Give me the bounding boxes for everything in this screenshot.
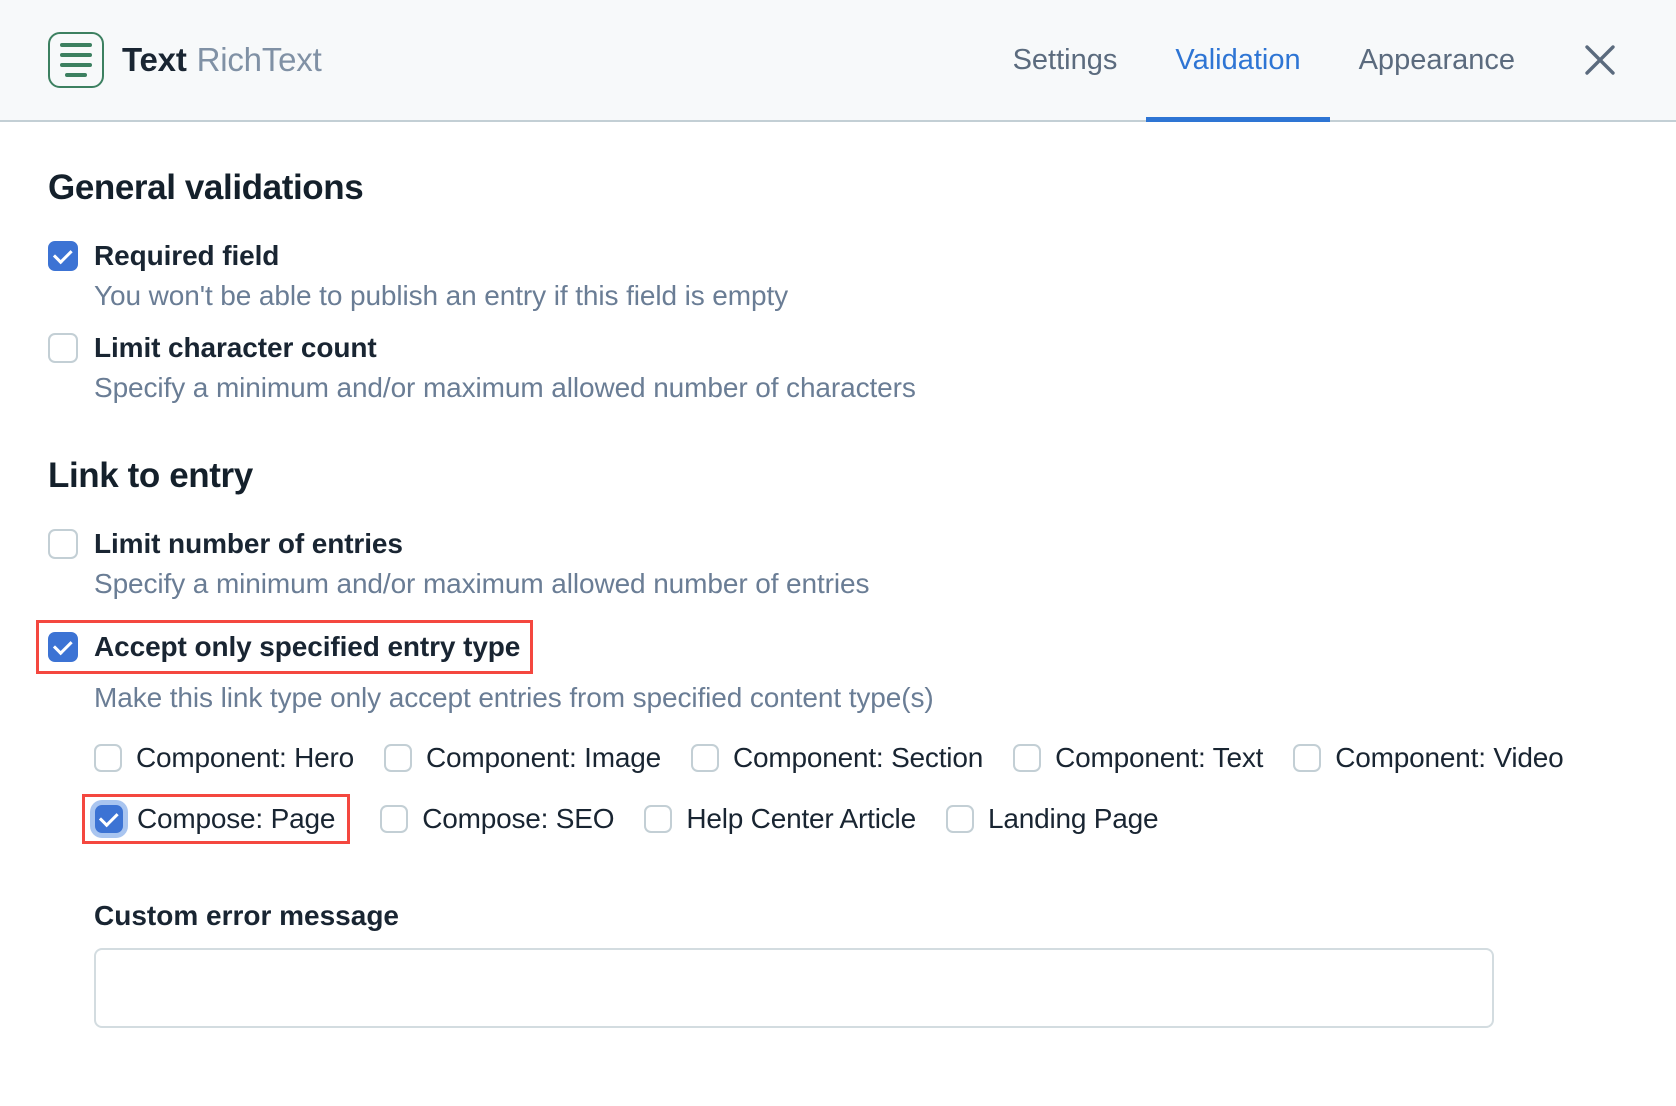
header-identity: Text RichText bbox=[48, 32, 322, 88]
header-tabs: Settings Validation Appearance bbox=[984, 0, 1676, 120]
field-settings-header: Text RichText Settings Validation Appeara… bbox=[0, 0, 1676, 122]
content-type-compose-page-label[interactable]: Compose: Page bbox=[137, 803, 335, 835]
limit-entries-checkbox[interactable] bbox=[48, 529, 78, 559]
content-type-component-section-label[interactable]: Component: Section bbox=[733, 742, 983, 774]
close-icon[interactable] bbox=[1562, 0, 1638, 120]
limit-entries-row[interactable]: Limit number of entries bbox=[48, 528, 1628, 560]
content-type-component-section[interactable]: Component: Section bbox=[691, 742, 983, 774]
field-title-group: Text RichText bbox=[122, 41, 322, 79]
custom-error-message-input[interactable] bbox=[94, 948, 1494, 1028]
limit-character-count-row[interactable]: Limit character count bbox=[48, 332, 1628, 364]
content-type-row-1: Component: Hero Component: Image Compone… bbox=[94, 742, 1628, 774]
content-type-component-image-label[interactable]: Component: Image bbox=[426, 742, 661, 774]
content-type-component-hero-checkbox[interactable] bbox=[94, 744, 122, 772]
content-type-component-hero[interactable]: Component: Hero bbox=[94, 742, 354, 774]
required-field-row[interactable]: Required field bbox=[48, 240, 1628, 272]
content-type-landing-page-label[interactable]: Landing Page bbox=[988, 803, 1158, 835]
content-type-help-center-article[interactable]: Help Center Article bbox=[644, 803, 916, 835]
content-type-landing-page-checkbox[interactable] bbox=[946, 805, 974, 833]
tab-validation[interactable]: Validation bbox=[1146, 0, 1329, 120]
limit-character-count-block: Limit character count Specify a minimum … bbox=[48, 332, 1628, 404]
required-field-helper: You won't be able to publish an entry if… bbox=[94, 280, 1628, 312]
content-type-compose-seo[interactable]: Compose: SEO bbox=[380, 803, 614, 835]
limit-character-count-label[interactable]: Limit character count bbox=[94, 332, 377, 364]
content-type-component-image-checkbox[interactable] bbox=[384, 744, 412, 772]
richtext-field-icon bbox=[48, 32, 104, 88]
limit-entries-label[interactable]: Limit number of entries bbox=[94, 528, 403, 560]
content-type-component-video-checkbox[interactable] bbox=[1293, 744, 1321, 772]
content-type-compose-page-checkbox[interactable] bbox=[95, 805, 123, 833]
content-type-component-hero-label[interactable]: Component: Hero bbox=[136, 742, 354, 774]
content-type-compose-page-highlight[interactable]: Compose: Page bbox=[82, 794, 350, 844]
validation-panel: General validations Required field You w… bbox=[0, 122, 1676, 1028]
required-field-label[interactable]: Required field bbox=[94, 240, 279, 272]
required-field-checkbox[interactable] bbox=[48, 241, 78, 271]
content-type-landing-page[interactable]: Landing Page bbox=[946, 803, 1158, 835]
accept-entry-type-helper: Make this link type only accept entries … bbox=[94, 682, 1628, 714]
accept-entry-type-label[interactable]: Accept only specified entry type bbox=[94, 631, 520, 663]
accept-entry-type-checkbox[interactable] bbox=[48, 632, 78, 662]
content-type-checkbox-group: Component: Hero Component: Image Compone… bbox=[94, 742, 1628, 844]
general-validations-heading: General validations bbox=[48, 168, 1628, 208]
content-type-component-section-checkbox[interactable] bbox=[691, 744, 719, 772]
content-type-help-center-article-label[interactable]: Help Center Article bbox=[686, 803, 916, 835]
content-type-component-text-label[interactable]: Component: Text bbox=[1055, 742, 1263, 774]
content-type-component-image[interactable]: Component: Image bbox=[384, 742, 661, 774]
tab-settings[interactable]: Settings bbox=[984, 0, 1147, 120]
content-type-component-video[interactable]: Component: Video bbox=[1293, 742, 1563, 774]
page-title: Text bbox=[122, 41, 187, 78]
tab-appearance[interactable]: Appearance bbox=[1330, 0, 1544, 120]
content-type-component-video-label[interactable]: Component: Video bbox=[1335, 742, 1563, 774]
content-type-compose-seo-checkbox[interactable] bbox=[380, 805, 408, 833]
accept-entry-type-highlight: Accept only specified entry type bbox=[36, 620, 533, 674]
content-type-component-text[interactable]: Component: Text bbox=[1013, 742, 1263, 774]
content-type-component-text-checkbox[interactable] bbox=[1013, 744, 1041, 772]
content-type-row-2: Compose: Page Compose: SEO Help Center A… bbox=[94, 794, 1628, 844]
limit-entries-helper: Specify a minimum and/or maximum allowed… bbox=[94, 568, 1628, 600]
custom-error-message-label: Custom error message bbox=[94, 900, 1628, 932]
accept-entry-type-block: Accept only specified entry type Make th… bbox=[48, 620, 1628, 714]
limit-character-count-helper: Specify a minimum and/or maximum allowed… bbox=[94, 372, 1628, 404]
limit-entries-block: Limit number of entries Specify a minimu… bbox=[48, 528, 1628, 600]
content-type-compose-seo-label[interactable]: Compose: SEO bbox=[422, 803, 614, 835]
content-type-help-center-article-checkbox[interactable] bbox=[644, 805, 672, 833]
link-to-entry-heading: Link to entry bbox=[48, 456, 1628, 496]
required-field-block: Required field You won't be able to publ… bbox=[48, 240, 1628, 312]
limit-character-count-checkbox[interactable] bbox=[48, 333, 78, 363]
field-type-label: RichText bbox=[197, 41, 322, 78]
